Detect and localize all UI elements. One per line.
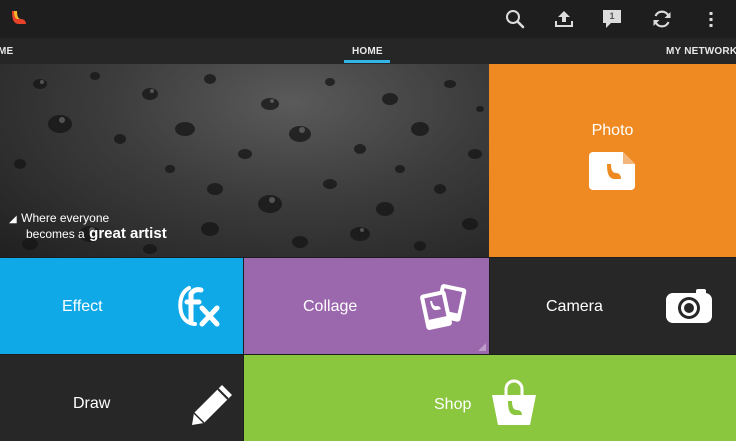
upload-icon[interactable] (552, 7, 576, 31)
shop-tile[interactable]: Shop (244, 355, 736, 441)
active-tab-indicator (344, 60, 390, 63)
hero-banner[interactable]: ◢ Where everyone becomes a great artist (0, 64, 489, 257)
photo-tile[interactable]: Photo (489, 64, 736, 257)
tagline-logo-icon: ◢ (9, 214, 17, 225)
shopping-bag-icon (492, 379, 536, 425)
notification-count: 1 (609, 11, 615, 21)
tab-my-network[interactable]: MY NETWORK (666, 46, 736, 57)
draw-tile-label: Draw (73, 395, 111, 412)
sync-icon[interactable] (650, 7, 674, 31)
tab-me[interactable]: ME (0, 46, 13, 57)
camera-icon (666, 289, 712, 323)
collage-tile-label: Collage (303, 298, 358, 315)
shop-tile-label: Shop (434, 396, 472, 413)
app-logo-icon[interactable] (9, 8, 29, 28)
photo-tile-label: Photo (591, 122, 634, 139)
notifications-button[interactable]: 1 (600, 7, 624, 31)
effect-tile-label: Effect (62, 298, 103, 315)
tagline-line-2: becomes a (26, 227, 85, 241)
tagline: ◢ Where everyone becomes a great artist (9, 211, 167, 241)
effect-tile[interactable]: Effect (0, 258, 243, 354)
collage-icon (420, 284, 467, 330)
camera-tile[interactable]: Camera (490, 258, 736, 354)
fx-icon (178, 286, 220, 327)
collage-tile[interactable]: Collage (244, 258, 489, 354)
camera-tile-label: Camera (546, 298, 603, 315)
tagline-emphasis: great artist (89, 225, 167, 242)
search-icon[interactable] (503, 7, 527, 31)
pencil-icon (192, 385, 232, 425)
action-bar: 1 (0, 0, 736, 38)
overflow-menu-icon[interactable] (699, 7, 723, 31)
collage-corner-indicator (478, 343, 486, 351)
tab-home[interactable]: HOME (352, 46, 383, 57)
photo-icon (589, 152, 635, 190)
tab-bar: ME HOME MY NETWORK (0, 38, 736, 64)
draw-tile[interactable]: Draw (0, 355, 243, 441)
tagline-line-1: Where everyone (21, 211, 110, 225)
